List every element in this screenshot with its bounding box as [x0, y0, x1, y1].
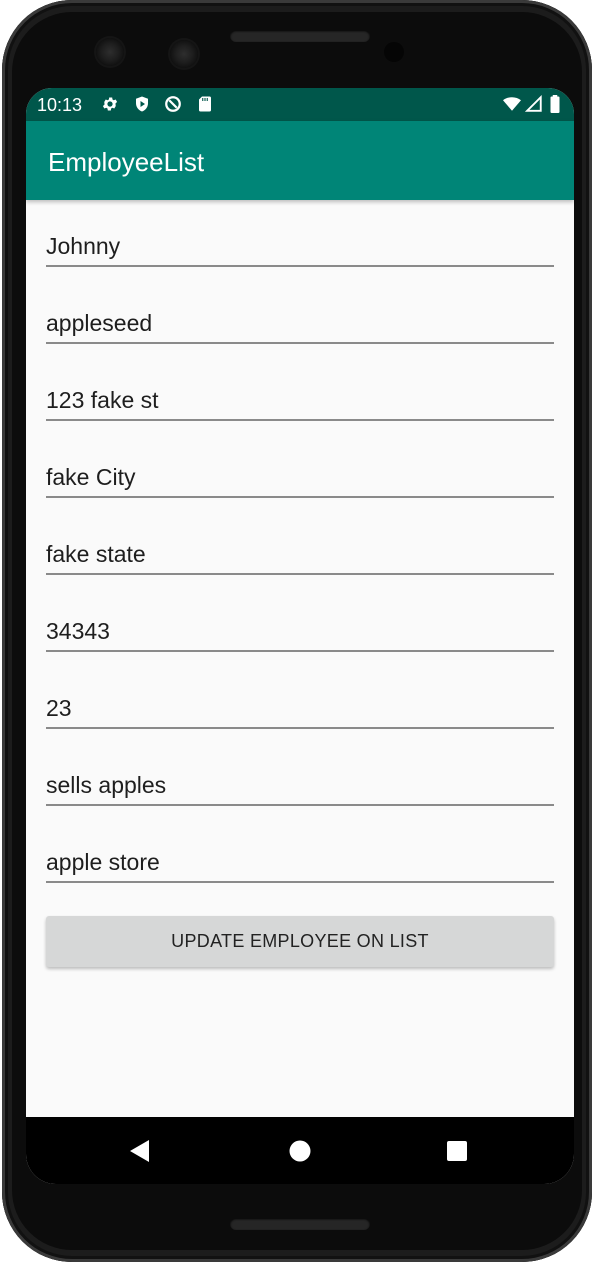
age-value: 23 [46, 695, 72, 721]
proximity-sensor [384, 42, 404, 62]
gear-icon [102, 97, 118, 111]
wifi-icon [503, 97, 521, 111]
state-field[interactable]: fake state [46, 529, 554, 575]
street-address-field[interactable]: 123 fake st [46, 375, 554, 421]
status-time: 10:13 [37, 95, 83, 115]
job-description-value: sells apples [46, 772, 167, 798]
signal-icon [525, 95, 542, 112]
phone-frame: 10:13 EmployeeList Johnny appleseed 123 … [2, 0, 592, 1262]
front-camera-right [170, 40, 198, 68]
update-employee-button[interactable]: UPDATE EMPLOYEE ON LIST [46, 916, 554, 967]
shield-icon [136, 96, 148, 112]
recents-icon[interactable] [433, 1127, 481, 1175]
front-camera-left [96, 38, 124, 66]
sd-card-icon [199, 96, 211, 112]
state-value: fake state [46, 541, 146, 567]
earpiece-speaker [230, 30, 370, 42]
bottom-speaker [230, 1218, 370, 1230]
app-title: EmployeeList [48, 147, 205, 177]
zip-value: 34343 [46, 618, 110, 644]
home-icon[interactable] [276, 1127, 324, 1175]
navigation-bar [26, 1117, 574, 1184]
age-field[interactable]: 23 [46, 683, 554, 729]
screen: 10:13 EmployeeList Johnny appleseed 123 … [26, 88, 574, 1184]
last-name-value: appleseed [46, 310, 153, 336]
back-icon[interactable] [116, 1127, 164, 1175]
workplace-value: apple store [46, 849, 160, 875]
job-description-field[interactable]: sells apples [46, 760, 554, 806]
zip-field[interactable]: 34343 [46, 606, 554, 652]
workplace-field[interactable]: apple store [46, 837, 554, 883]
app-bar: EmployeeList [26, 121, 574, 200]
city-value: fake City [46, 464, 136, 490]
city-field[interactable]: fake City [46, 452, 554, 498]
first-name-field[interactable]: Johnny [46, 221, 554, 267]
no-disturb-icon [165, 96, 181, 112]
street-address-value: 123 fake st [46, 387, 159, 413]
last-name-field[interactable]: appleseed [46, 298, 554, 344]
status-bar: 10:13 [26, 88, 574, 121]
first-name-value: Johnny [46, 233, 121, 259]
battery-icon [550, 95, 560, 113]
